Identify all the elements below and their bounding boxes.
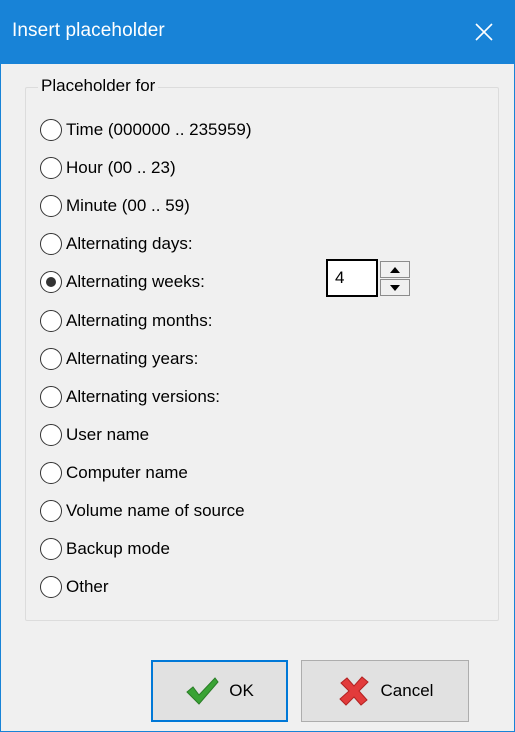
radio-circle[interactable]	[40, 233, 62, 255]
radio-circle[interactable]	[40, 310, 62, 332]
insert-placeholder-dialog: Insert placeholder Placeholder for Time …	[0, 0, 515, 732]
radio-alternating-weeks[interactable]: Alternating weeks:	[40, 268, 205, 296]
radio-minute[interactable]: Minute (00 .. 59)	[40, 192, 190, 220]
ok-button[interactable]: OK	[151, 660, 288, 722]
radio-alternating-versions[interactable]: Alternating versions:	[40, 383, 220, 411]
radio-label: Alternating months:	[66, 311, 213, 330]
radio-alternating-months[interactable]: Alternating months:	[40, 307, 212, 335]
cancel-label: Cancel	[380, 681, 434, 700]
radio-alternating-days[interactable]: Alternating days:	[40, 230, 193, 258]
close-icon	[475, 23, 493, 41]
radio-computer-name[interactable]: Computer name	[40, 459, 188, 487]
weeks-spinner-input[interactable]	[326, 259, 378, 297]
arrow-up-icon	[390, 266, 400, 273]
radio-label: Computer name	[66, 463, 188, 482]
radio-label: Volume name of source	[66, 501, 245, 520]
spinner-up-button[interactable]	[380, 261, 410, 278]
radio-label: Alternating weeks:	[66, 272, 205, 291]
checkmark-icon	[185, 676, 219, 706]
spinner-down-button[interactable]	[380, 279, 410, 296]
arrow-down-icon	[390, 284, 400, 291]
radio-circle[interactable]	[40, 538, 62, 560]
radio-circle[interactable]	[40, 195, 62, 217]
radio-label: Hour (00 .. 23)	[66, 158, 176, 177]
radio-volume-name[interactable]: Volume name of source	[40, 497, 245, 525]
weeks-spinner	[326, 259, 414, 297]
groupbox-legend: Placeholder for	[38, 76, 159, 96]
radio-circle[interactable]	[40, 119, 62, 141]
radio-other[interactable]: Other	[40, 573, 109, 601]
radio-user-name[interactable]: User name	[40, 421, 149, 449]
radio-label: User name	[66, 425, 150, 444]
radio-circle[interactable]	[40, 576, 62, 598]
radio-backup-mode[interactable]: Backup mode	[40, 535, 170, 563]
radio-alternating-years[interactable]: Alternating years:	[40, 345, 198, 373]
cancel-button[interactable]: Cancel	[301, 660, 469, 722]
radio-circle[interactable]	[40, 500, 62, 522]
radio-label: Backup mode	[66, 539, 170, 558]
radio-circle[interactable]	[40, 462, 62, 484]
radio-label: Minute (00 .. 59)	[66, 196, 190, 215]
radio-hour[interactable]: Hour (00 .. 23)	[40, 154, 176, 182]
radio-circle[interactable]	[40, 348, 62, 370]
radio-circle[interactable]	[40, 424, 62, 446]
red-x-icon	[337, 675, 371, 707]
radio-circle[interactable]	[40, 386, 62, 408]
window-title: Insert placeholder	[12, 20, 165, 41]
radio-circle[interactable]	[40, 157, 62, 179]
close-button[interactable]	[452, 0, 514, 64]
radio-label: Alternating days:	[66, 234, 193, 253]
radio-label: Time (000000 .. 235959)	[66, 120, 252, 139]
radio-time[interactable]: Time (000000 .. 235959)	[40, 116, 252, 144]
radio-label: Alternating versions:	[66, 387, 221, 406]
radio-label: Other	[66, 577, 109, 596]
title-bar[interactable]: Insert placeholder	[1, 0, 514, 64]
ok-label: OK	[229, 681, 254, 700]
radio-circle-selected[interactable]	[40, 271, 62, 293]
radio-label: Alternating years:	[66, 349, 199, 368]
